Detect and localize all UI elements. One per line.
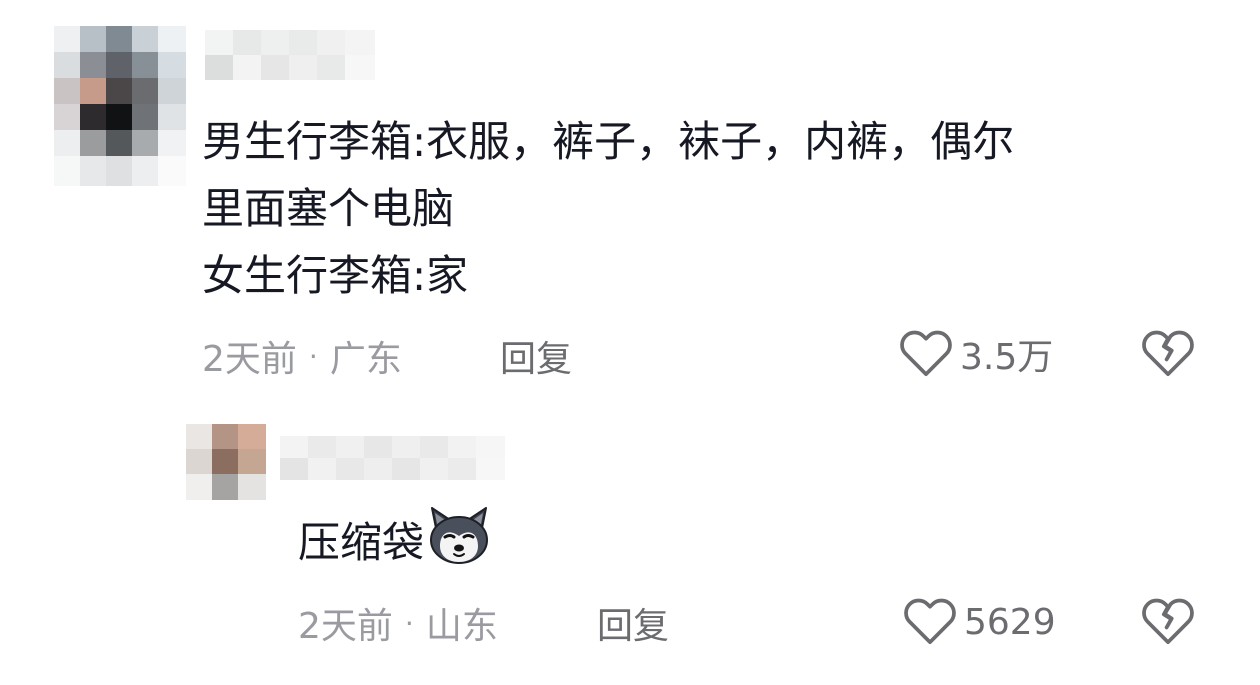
comment-line: 女生行李箱:家 [202, 251, 469, 300]
comment-line: 男生行李箱:衣服，裤子，袜子，内裤，偶尔 [202, 117, 1015, 166]
meta-separator: · [308, 339, 318, 373]
reply-meta: 2天前 · 山东 [298, 597, 498, 649]
dislike-button[interactable] [1140, 326, 1196, 382]
reply-location: 山东 [425, 606, 498, 647]
comment-time: 2天前 [202, 339, 297, 380]
comment-meta: 2天前 · 广东 [202, 330, 402, 382]
reply-text: 压缩袋 [298, 506, 492, 585]
like-button[interactable]: 3.5万 [898, 326, 1053, 382]
username-blurred[interactable] [205, 30, 375, 80]
like-button[interactable]: 5629 [902, 594, 1056, 650]
like-count: 5629 [964, 601, 1056, 643]
like-count: 3.5万 [960, 337, 1054, 378]
heart-outline-icon [902, 594, 958, 650]
dislike-button[interactable] [1140, 594, 1196, 650]
username-blurred[interactable] [280, 436, 505, 480]
reply-time: 2天前 [298, 606, 393, 647]
reply-text-content: 压缩袋 [298, 518, 425, 567]
heart-outline-icon [898, 326, 954, 382]
broken-heart-icon [1140, 330, 1196, 382]
meta-separator: · [404, 606, 414, 640]
reply-button[interactable]: 回复 [500, 330, 572, 382]
husky-dog-emoji [426, 506, 492, 585]
comment-text: 男生行李箱:衣服，裤子，袜子，内裤，偶尔 里面塞个电脑 女生行李箱:家 [202, 108, 1014, 309]
reply-button[interactable]: 回复 [597, 597, 669, 649]
avatar[interactable] [54, 26, 186, 186]
avatar[interactable] [186, 424, 266, 500]
comment-location: 广东 [329, 339, 402, 380]
comment-line: 里面塞个电脑 [202, 184, 455, 233]
broken-heart-icon [1140, 598, 1196, 650]
